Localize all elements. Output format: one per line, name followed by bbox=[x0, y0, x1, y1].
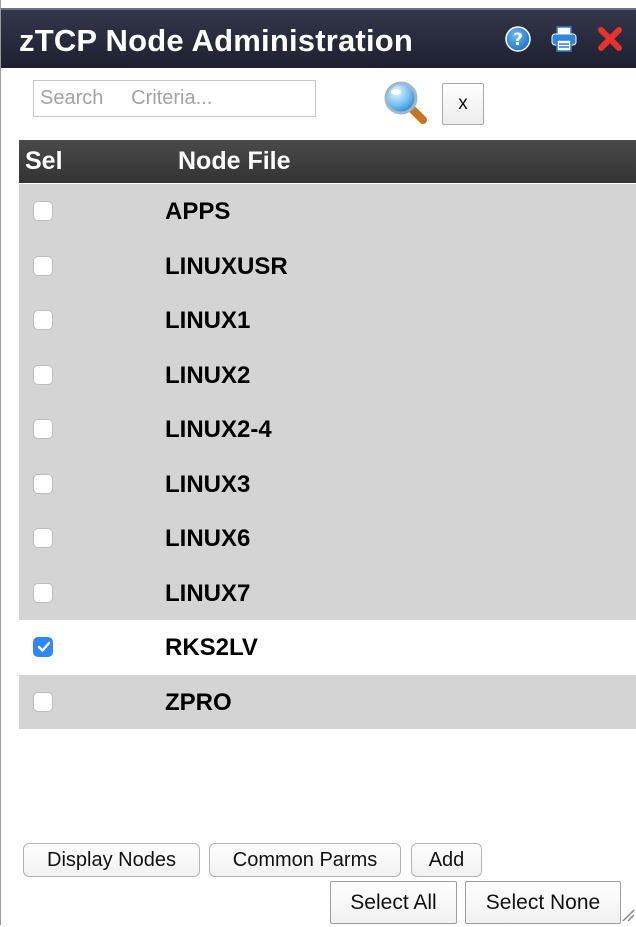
svg-text:?: ? bbox=[513, 30, 523, 50]
help-icon[interactable]: ? bbox=[504, 25, 532, 53]
row-checkbox[interactable] bbox=[33, 582, 53, 603]
table-row[interactable]: ZPRO bbox=[19, 674, 636, 729]
table-row[interactable]: LINUXUSR bbox=[19, 238, 636, 293]
table-row[interactable]: LINUX1 bbox=[19, 293, 636, 348]
row-checkbox[interactable] bbox=[33, 310, 53, 330]
print-icon[interactable] bbox=[550, 25, 578, 53]
node-file-name: LINUX1 bbox=[165, 307, 251, 334]
close-icon[interactable] bbox=[596, 25, 624, 53]
select-none-button[interactable]: Select None bbox=[465, 881, 621, 924]
node-file-name: LINUX3 bbox=[165, 470, 251, 498]
window-title: zTCP Node Administration bbox=[19, 23, 414, 58]
column-header-node-file[interactable]: Node File bbox=[178, 147, 291, 176]
table-row[interactable]: LINUX3 bbox=[19, 456, 636, 511]
row-checkbox[interactable] bbox=[33, 528, 53, 548]
common-parms-button[interactable]: Common Parms bbox=[209, 843, 401, 877]
checkmark-icon bbox=[37, 641, 51, 652]
node-file-name: ZPRO bbox=[165, 688, 232, 716]
table-row[interactable]: RKS2LV bbox=[19, 620, 636, 675]
display-nodes-button[interactable]: Display Nodes bbox=[23, 843, 200, 877]
grid-header: Sel Node File bbox=[19, 140, 636, 183]
node-admin-window: zTCP Node Administration ? Search Criter… bbox=[0, 0, 636, 925]
add-button[interactable]: Add bbox=[411, 843, 482, 877]
select-all-button[interactable]: Select All bbox=[330, 881, 457, 924]
table-row[interactable]: LINUX2 bbox=[19, 347, 636, 402]
table-row[interactable]: APPS bbox=[19, 184, 636, 239]
table-row[interactable]: LINUX7 bbox=[19, 565, 636, 620]
node-file-name: LINUX2-4 bbox=[165, 416, 272, 443]
row-checkbox[interactable] bbox=[33, 364, 53, 385]
search-input[interactable] bbox=[33, 80, 316, 117]
node-file-name: APPS bbox=[165, 198, 231, 225]
table-row[interactable]: LINUX2-4 bbox=[19, 402, 636, 457]
resize-grip-icon[interactable] bbox=[621, 906, 635, 922]
node-file-name: LINUX7 bbox=[165, 579, 251, 607]
node-file-name: LINUX2 bbox=[165, 361, 251, 389]
title-bar[interactable]: zTCP Node Administration ? bbox=[1, 8, 636, 68]
row-checkbox[interactable] bbox=[33, 637, 53, 657]
node-file-name: RKS2LV bbox=[165, 634, 258, 661]
clear-search-button[interactable]: x bbox=[442, 83, 484, 125]
row-checkbox[interactable] bbox=[33, 691, 53, 712]
row-checkbox[interactable] bbox=[33, 201, 53, 221]
row-checkbox[interactable] bbox=[33, 419, 53, 439]
node-list: APPS LINUXUSR LINUX1 LINUX2 LINUX2-4 LINUX3 LI… bbox=[19, 184, 636, 729]
column-header-sel[interactable]: Sel bbox=[25, 147, 63, 176]
row-checkbox[interactable] bbox=[33, 473, 53, 494]
node-file-name: LINUX6 bbox=[165, 525, 251, 552]
search-icon[interactable] bbox=[381, 78, 429, 126]
node-file-name: LINUXUSR bbox=[165, 252, 288, 280]
row-checkbox[interactable] bbox=[33, 255, 53, 276]
table-row[interactable]: LINUX6 bbox=[19, 511, 636, 566]
